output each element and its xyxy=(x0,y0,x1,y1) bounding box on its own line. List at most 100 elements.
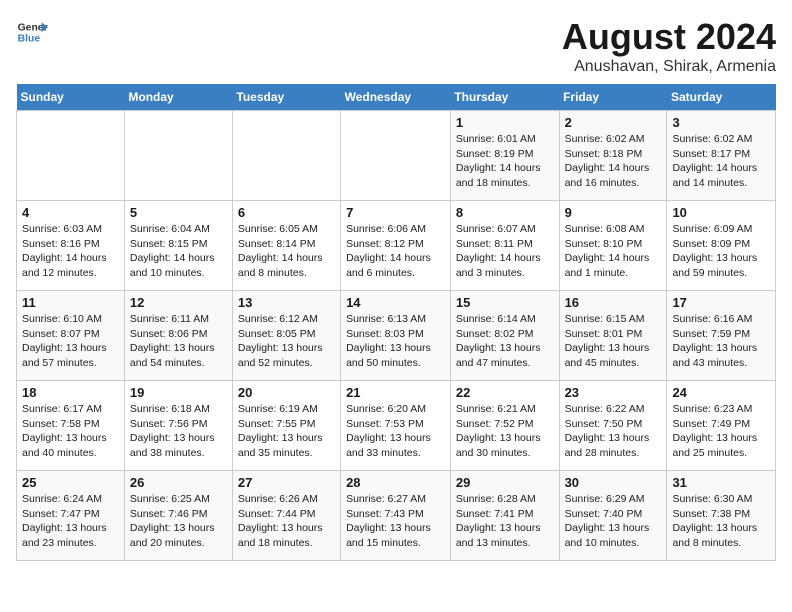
day-info: Sunrise: 6:01 AM Sunset: 8:19 PM Dayligh… xyxy=(456,132,554,191)
calendar-cell: 2 Sunrise: 6:02 AM Sunset: 8:18 PM Daylig… xyxy=(559,111,667,201)
calendar-cell: 27Sunrise: 6:26 AM Sunset: 7:44 PM Dayli… xyxy=(232,471,340,561)
day-number: 8 xyxy=(456,205,554,220)
day-number: 26 xyxy=(130,475,227,490)
calendar-cell: 3 Sunrise: 6:02 AM Sunset: 8:17 PM Daylig… xyxy=(667,111,776,201)
day-info: Sunrise: 6:04 AM Sunset: 8:15 PM Dayligh… xyxy=(130,222,227,281)
calendar-week-row: 25 Sunrise: 6:24 AM Sunset: 7:47 PM Dayli… xyxy=(17,471,776,561)
calendar-cell: 30Sunrise: 6:29 AM Sunset: 7:40 PM Dayli… xyxy=(559,471,667,561)
day-info: Sunrise: 6:13 AM Sunset: 8:03 PM Dayligh… xyxy=(346,312,445,371)
calendar-cell: 24 Sunrise: 6:23 AM Sunset: 7:49 PM Dayli… xyxy=(667,381,776,471)
day-number: 27 xyxy=(238,475,335,490)
day-number: 17 xyxy=(672,295,770,310)
day-number: 20 xyxy=(238,385,335,400)
day-info: Sunrise: 6:25 AM Sunset: 7:46 PM Dayligh… xyxy=(130,492,227,551)
day-info: Sunrise: 6:23 AM Sunset: 7:49 PM Dayligh… xyxy=(672,402,770,461)
day-number: 21 xyxy=(346,385,445,400)
calendar-cell: 6Sunrise: 6:05 AM Sunset: 8:14 PM Daylig… xyxy=(232,201,340,291)
calendar-day-header: Monday xyxy=(124,84,232,111)
day-number: 9 xyxy=(565,205,662,220)
calendar-week-row: 1 Sunrise: 6:01 AM Sunset: 8:19 PM Daylig… xyxy=(17,111,776,201)
calendar-body: 1 Sunrise: 6:01 AM Sunset: 8:19 PM Daylig… xyxy=(17,111,776,561)
day-info: Sunrise: 6:30 AM Sunset: 7:38 PM Dayligh… xyxy=(672,492,770,551)
day-info: Sunrise: 6:19 AM Sunset: 7:55 PM Dayligh… xyxy=(238,402,335,461)
day-info: Sunrise: 6:21 AM Sunset: 7:52 PM Dayligh… xyxy=(456,402,554,461)
calendar-cell: 16Sunrise: 6:15 AM Sunset: 8:01 PM Dayli… xyxy=(559,291,667,381)
calendar-cell: 12 Sunrise: 6:11 AM Sunset: 8:06 PM Dayli… xyxy=(124,291,232,381)
day-number: 23 xyxy=(565,385,662,400)
day-info: Sunrise: 6:11 AM Sunset: 8:06 PM Dayligh… xyxy=(130,312,227,371)
calendar-day-header: Tuesday xyxy=(232,84,340,111)
day-number: 15 xyxy=(456,295,554,310)
day-number: 24 xyxy=(672,385,770,400)
logo: General Blue xyxy=(16,16,48,48)
day-info: Sunrise: 6:06 AM Sunset: 8:12 PM Dayligh… xyxy=(346,222,445,281)
calendar-cell xyxy=(232,111,340,201)
day-info: Sunrise: 6:08 AM Sunset: 8:10 PM Dayligh… xyxy=(565,222,662,281)
day-number: 18 xyxy=(22,385,119,400)
logo-icon: General Blue xyxy=(16,16,48,48)
day-info: Sunrise: 6:20 AM Sunset: 7:53 PM Dayligh… xyxy=(346,402,445,461)
day-number: 28 xyxy=(346,475,445,490)
calendar-day-header: Friday xyxy=(559,84,667,111)
day-info: Sunrise: 6:15 AM Sunset: 8:01 PM Dayligh… xyxy=(565,312,662,371)
calendar-cell: 10Sunrise: 6:09 AM Sunset: 8:09 PM Dayli… xyxy=(667,201,776,291)
day-info: Sunrise: 6:02 AM Sunset: 8:17 PM Dayligh… xyxy=(672,132,770,191)
day-info: Sunrise: 6:18 AM Sunset: 7:56 PM Dayligh… xyxy=(130,402,227,461)
calendar-cell: 5Sunrise: 6:04 AM Sunset: 8:15 PM Daylig… xyxy=(124,201,232,291)
calendar-cell: 22Sunrise: 6:21 AM Sunset: 7:52 PM Dayli… xyxy=(450,381,559,471)
title-area: August 2024 Anushavan, Shirak, Armenia xyxy=(562,16,776,76)
calendar-week-row: 11 Sunrise: 6:10 AM Sunset: 8:07 PM Dayli… xyxy=(17,291,776,381)
calendar-cell: 8 Sunrise: 6:07 AM Sunset: 8:11 PM Daylig… xyxy=(450,201,559,291)
day-number: 19 xyxy=(130,385,227,400)
calendar-week-row: 18 Sunrise: 6:17 AM Sunset: 7:58 PM Dayli… xyxy=(17,381,776,471)
day-number: 6 xyxy=(238,205,335,220)
calendar-cell: 20 Sunrise: 6:19 AM Sunset: 7:55 PM Dayli… xyxy=(232,381,340,471)
header: General Blue August 2024 Anushavan, Shir… xyxy=(16,16,776,76)
calendar-cell: 11 Sunrise: 6:10 AM Sunset: 8:07 PM Dayli… xyxy=(17,291,125,381)
day-number: 29 xyxy=(456,475,554,490)
calendar-cell: 17 Sunrise: 6:16 AM Sunset: 7:59 PM Dayli… xyxy=(667,291,776,381)
calendar-day-header: Thursday xyxy=(450,84,559,111)
calendar-cell: 25 Sunrise: 6:24 AM Sunset: 7:47 PM Dayli… xyxy=(17,471,125,561)
day-info: Sunrise: 6:16 AM Sunset: 7:59 PM Dayligh… xyxy=(672,312,770,371)
calendar-week-row: 4Sunrise: 6:03 AM Sunset: 8:16 PM Daylig… xyxy=(17,201,776,291)
day-info: Sunrise: 6:12 AM Sunset: 8:05 PM Dayligh… xyxy=(238,312,335,371)
calendar-cell: 26 Sunrise: 6:25 AM Sunset: 7:46 PM Dayli… xyxy=(124,471,232,561)
calendar-cell: 31Sunrise: 6:30 AM Sunset: 7:38 PM Dayli… xyxy=(667,471,776,561)
calendar-cell: 18 Sunrise: 6:17 AM Sunset: 7:58 PM Dayli… xyxy=(17,381,125,471)
day-info: Sunrise: 6:24 AM Sunset: 7:47 PM Dayligh… xyxy=(22,492,119,551)
day-number: 3 xyxy=(672,115,770,130)
day-number: 2 xyxy=(565,115,662,130)
calendar-cell: 13Sunrise: 6:12 AM Sunset: 8:05 PM Dayli… xyxy=(232,291,340,381)
calendar-cell xyxy=(124,111,232,201)
calendar-table: SundayMondayTuesdayWednesdayThursdayFrid… xyxy=(16,84,776,561)
calendar-cell: 15 Sunrise: 6:14 AM Sunset: 8:02 PM Dayli… xyxy=(450,291,559,381)
day-number: 14 xyxy=(346,295,445,310)
subtitle: Anushavan, Shirak, Armenia xyxy=(562,58,776,76)
day-number: 1 xyxy=(456,115,554,130)
day-info: Sunrise: 6:27 AM Sunset: 7:43 PM Dayligh… xyxy=(346,492,445,551)
day-info: Sunrise: 6:10 AM Sunset: 8:07 PM Dayligh… xyxy=(22,312,119,371)
day-info: Sunrise: 6:02 AM Sunset: 8:18 PM Dayligh… xyxy=(565,132,662,191)
svg-text:Blue: Blue xyxy=(18,34,41,45)
calendar-cell: 14 Sunrise: 6:13 AM Sunset: 8:03 PM Dayli… xyxy=(341,291,451,381)
calendar-day-header: Saturday xyxy=(667,84,776,111)
day-number: 12 xyxy=(130,295,227,310)
day-info: Sunrise: 6:14 AM Sunset: 8:02 PM Dayligh… xyxy=(456,312,554,371)
calendar-cell xyxy=(17,111,125,201)
day-info: Sunrise: 6:09 AM Sunset: 8:09 PM Dayligh… xyxy=(672,222,770,281)
day-info: Sunrise: 6:22 AM Sunset: 7:50 PM Dayligh… xyxy=(565,402,662,461)
day-number: 7 xyxy=(346,205,445,220)
day-info: Sunrise: 6:07 AM Sunset: 8:11 PM Dayligh… xyxy=(456,222,554,281)
day-number: 25 xyxy=(22,475,119,490)
calendar-day-header: Sunday xyxy=(17,84,125,111)
day-number: 11 xyxy=(22,295,119,310)
calendar-day-header: Wednesday xyxy=(341,84,451,111)
calendar-cell: 9 Sunrise: 6:08 AM Sunset: 8:10 PM Daylig… xyxy=(559,201,667,291)
day-info: Sunrise: 6:03 AM Sunset: 8:16 PM Dayligh… xyxy=(22,222,119,281)
day-info: Sunrise: 6:28 AM Sunset: 7:41 PM Dayligh… xyxy=(456,492,554,551)
calendar-cell: 28 Sunrise: 6:27 AM Sunset: 7:43 PM Dayli… xyxy=(341,471,451,561)
day-info: Sunrise: 6:17 AM Sunset: 7:58 PM Dayligh… xyxy=(22,402,119,461)
calendar-cell: 21 Sunrise: 6:20 AM Sunset: 7:53 PM Dayli… xyxy=(341,381,451,471)
calendar-cell: 4Sunrise: 6:03 AM Sunset: 8:16 PM Daylig… xyxy=(17,201,125,291)
